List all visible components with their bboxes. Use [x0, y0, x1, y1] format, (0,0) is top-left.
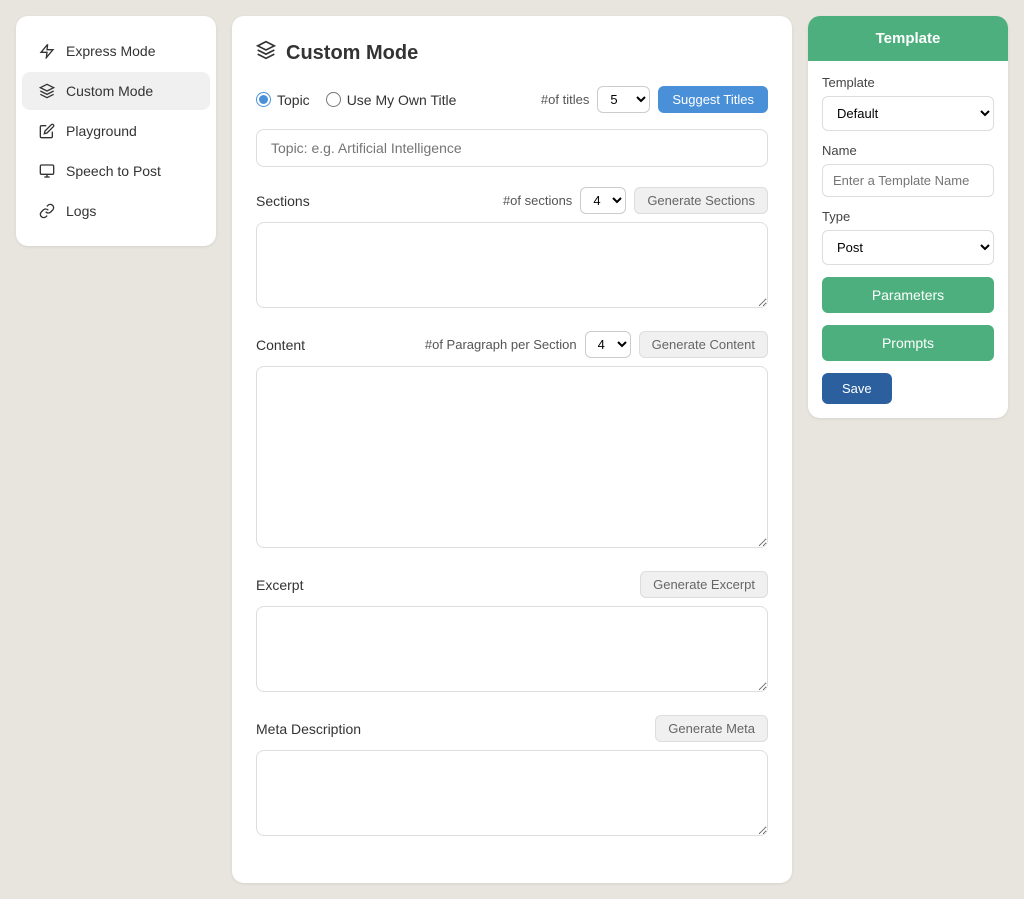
sections-count-label: #of sections: [503, 193, 572, 208]
sections-group: Sections #of sections 4 2 6 Generate Sec…: [256, 187, 768, 311]
content-count-label: #of Paragraph per Section: [425, 337, 577, 352]
save-row: Save: [822, 373, 994, 404]
name-field-label: Name: [822, 143, 994, 158]
template-body: Template Default Name Type Post Page Cus…: [808, 61, 1008, 418]
sidebar-item-speech-to-post[interactable]: Speech to Post: [22, 152, 210, 190]
monitor-icon: [38, 162, 56, 180]
radio-own-title-input[interactable]: [326, 92, 341, 107]
meta-description-header: Meta Description Generate Meta: [256, 715, 768, 742]
right-panel: Template Template Default Name Type Post…: [808, 16, 1008, 883]
type-select[interactable]: Post Page Custom: [822, 230, 994, 265]
radio-group: Topic Use My Own Title: [256, 92, 456, 108]
excerpt-group: Excerpt Generate Excerpt: [256, 571, 768, 695]
layers-icon: [38, 82, 56, 100]
sidebar-label-speech-to-post: Speech to Post: [66, 163, 161, 179]
topic-input[interactable]: [256, 129, 768, 167]
generate-excerpt-button[interactable]: Generate Excerpt: [640, 571, 768, 598]
template-select-group: Template Default: [822, 75, 994, 131]
meta-description-group: Meta Description Generate Meta: [256, 715, 768, 839]
page-title: Custom Mode: [256, 40, 768, 66]
titles-count-select[interactable]: 5 3 10: [597, 86, 650, 113]
sections-count-select[interactable]: 4 2 6: [580, 187, 626, 214]
layers-title-icon: [256, 40, 276, 66]
template-card: Template Template Default Name Type Post…: [808, 16, 1008, 418]
sections-header: Sections #of sections 4 2 6 Generate Sec…: [256, 187, 768, 214]
radio-row: Topic Use My Own Title #of titles 5 3 10…: [256, 86, 768, 113]
content-textarea[interactable]: [256, 366, 768, 548]
sections-label: Sections: [256, 193, 310, 209]
sections-textarea[interactable]: [256, 222, 768, 308]
type-field-label: Type: [822, 209, 994, 224]
generate-sections-button[interactable]: Generate Sections: [634, 187, 768, 214]
excerpt-controls: Generate Excerpt: [640, 571, 768, 598]
sidebar-item-logs[interactable]: Logs: [22, 192, 210, 230]
zap-icon: [38, 42, 56, 60]
radio-topic-input[interactable]: [256, 92, 271, 107]
generate-meta-button[interactable]: Generate Meta: [655, 715, 768, 742]
sidebar-item-custom-mode[interactable]: Custom Mode: [22, 72, 210, 110]
sections-controls: #of sections 4 2 6 Generate Sections: [503, 187, 768, 214]
content-header: Content #of Paragraph per Section 4 2 6 …: [256, 331, 768, 358]
meta-description-controls: Generate Meta: [655, 715, 768, 742]
radio-use-own-title[interactable]: Use My Own Title: [326, 92, 457, 108]
template-header-button[interactable]: Template: [808, 16, 1008, 61]
content-label: Content: [256, 337, 305, 353]
parameters-button[interactable]: Parameters: [822, 277, 994, 313]
excerpt-header: Excerpt Generate Excerpt: [256, 571, 768, 598]
radio-topic[interactable]: Topic: [256, 92, 310, 108]
template-select[interactable]: Default: [822, 96, 994, 131]
sidebar-label-logs: Logs: [66, 203, 96, 219]
meta-description-label: Meta Description: [256, 721, 361, 737]
type-group: Type Post Page Custom: [822, 209, 994, 265]
meta-description-textarea[interactable]: [256, 750, 768, 836]
sidebar-item-express-mode[interactable]: Express Mode: [22, 32, 210, 70]
suggest-titles-button[interactable]: Suggest Titles: [658, 86, 768, 113]
sidebar-item-playground[interactable]: Playground: [22, 112, 210, 150]
content-count-select[interactable]: 4 2 6: [585, 331, 631, 358]
save-button[interactable]: Save: [822, 373, 892, 404]
template-field-label: Template: [822, 75, 994, 90]
generate-content-button[interactable]: Generate Content: [639, 331, 768, 358]
sidebar-label-express-mode: Express Mode: [66, 43, 155, 59]
main-content: Custom Mode Topic Use My Own Title #of t…: [232, 16, 792, 883]
prompts-button[interactable]: Prompts: [822, 325, 994, 361]
excerpt-textarea[interactable]: [256, 606, 768, 692]
edit-icon: [38, 122, 56, 140]
content-group: Content #of Paragraph per Section 4 2 6 …: [256, 331, 768, 551]
link-icon: [38, 202, 56, 220]
excerpt-label: Excerpt: [256, 577, 303, 593]
sidebar-label-playground: Playground: [66, 123, 137, 139]
sidebar: Express Mode Custom Mode Playground: [16, 16, 216, 246]
titles-row: #of titles 5 3 10 Suggest Titles: [541, 86, 768, 113]
name-group: Name: [822, 143, 994, 197]
titles-count-label: #of titles: [541, 92, 589, 107]
content-controls: #of Paragraph per Section 4 2 6 Generate…: [425, 331, 768, 358]
sidebar-label-custom-mode: Custom Mode: [66, 83, 153, 99]
template-name-input[interactable]: [822, 164, 994, 197]
